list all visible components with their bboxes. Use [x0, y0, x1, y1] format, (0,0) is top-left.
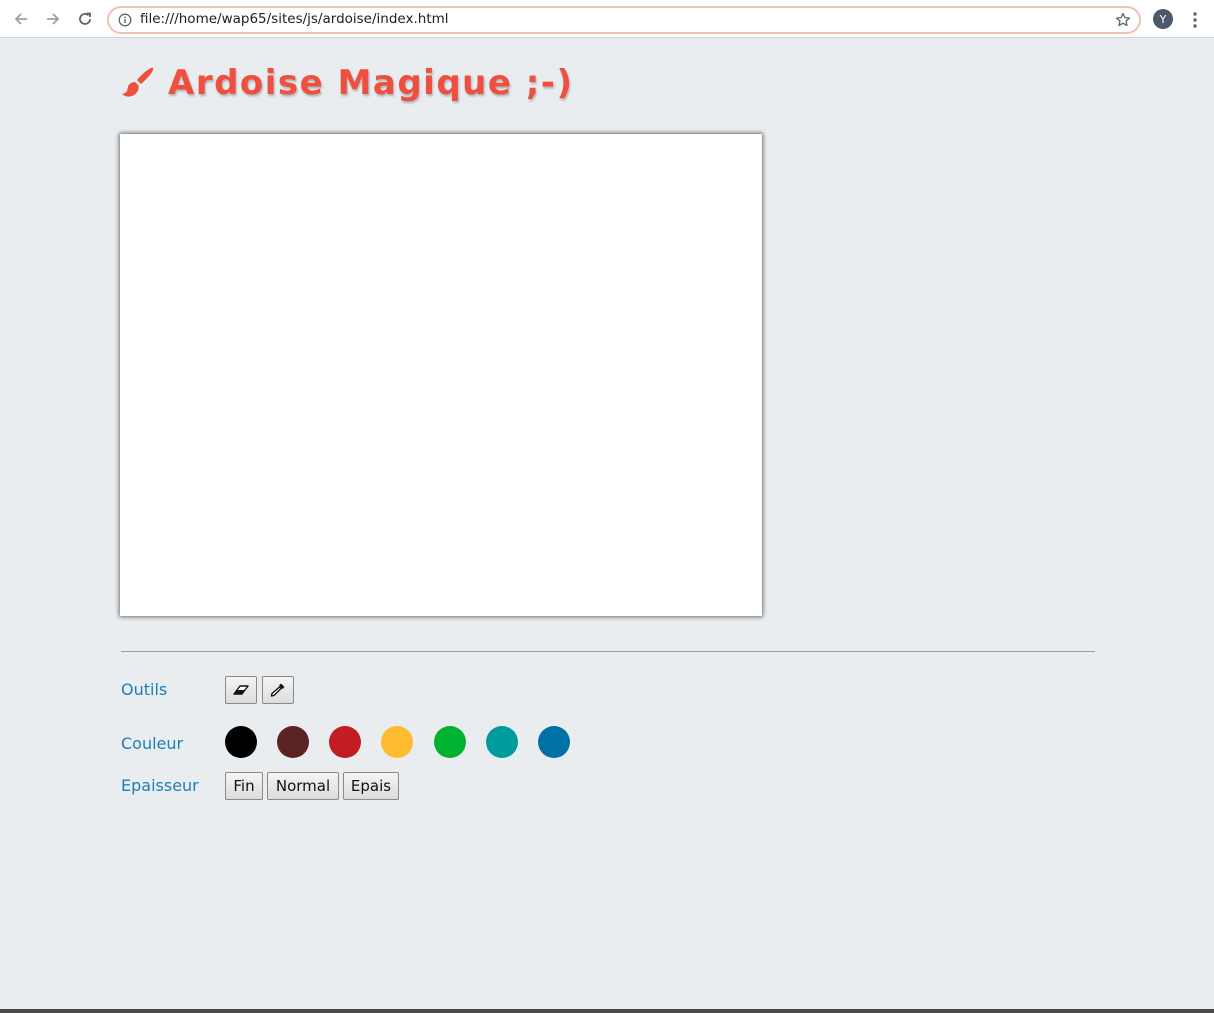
- back-arrow-icon: [14, 13, 27, 25]
- forward-button[interactable]: [42, 8, 64, 30]
- forward-arrow-icon: [47, 13, 60, 25]
- reload-icon: [79, 12, 91, 25]
- color-swatch[interactable]: [381, 726, 413, 758]
- color-label: Couleur: [121, 734, 184, 753]
- color-swatch[interactable]: [225, 726, 257, 758]
- window-bottom-edge: [0, 1009, 1214, 1013]
- page-header: Ardoise Magique ;-): [120, 58, 574, 108]
- color-swatch[interactable]: [538, 726, 570, 758]
- paint-brush-icon: [122, 67, 154, 97]
- back-button[interactable]: [10, 8, 32, 30]
- star-icon[interactable]: [1115, 12, 1131, 28]
- url-text[interactable]: file:///home/wap65/sites/js/ardoise/inde…: [140, 11, 449, 27]
- tools-label: Outils: [121, 680, 168, 699]
- thick-button[interactable]: Epais: [343, 772, 399, 800]
- browser-toolbar: file:///home/wap65/sites/js/ardoise/inde…: [0, 0, 1214, 38]
- color-swatch[interactable]: [434, 726, 466, 758]
- profile-avatar[interactable]: Y: [1153, 9, 1173, 29]
- color-swatch[interactable]: [277, 726, 309, 758]
- eraser-button[interactable]: [225, 676, 257, 704]
- address-bar[interactable]: file:///home/wap65/sites/js/ardoise/inde…: [107, 6, 1141, 34]
- reload-button[interactable]: [74, 8, 96, 30]
- eyedropper-icon: [270, 683, 285, 697]
- color-swatch[interactable]: [486, 726, 518, 758]
- thin-button[interactable]: Fin: [225, 772, 263, 800]
- divider: [121, 651, 1095, 652]
- kebab-menu-icon[interactable]: [1185, 10, 1205, 30]
- eyedropper-button[interactable]: [262, 676, 294, 704]
- page-title: Ardoise Magique ;-): [168, 63, 574, 103]
- thickness-label: Epaisseur: [121, 776, 199, 795]
- drawing-canvas[interactable]: [120, 134, 762, 616]
- color-swatch[interactable]: [329, 726, 361, 758]
- normal-button[interactable]: Normal: [267, 772, 339, 800]
- eraser-icon: [233, 685, 249, 695]
- info-icon[interactable]: [118, 13, 132, 27]
